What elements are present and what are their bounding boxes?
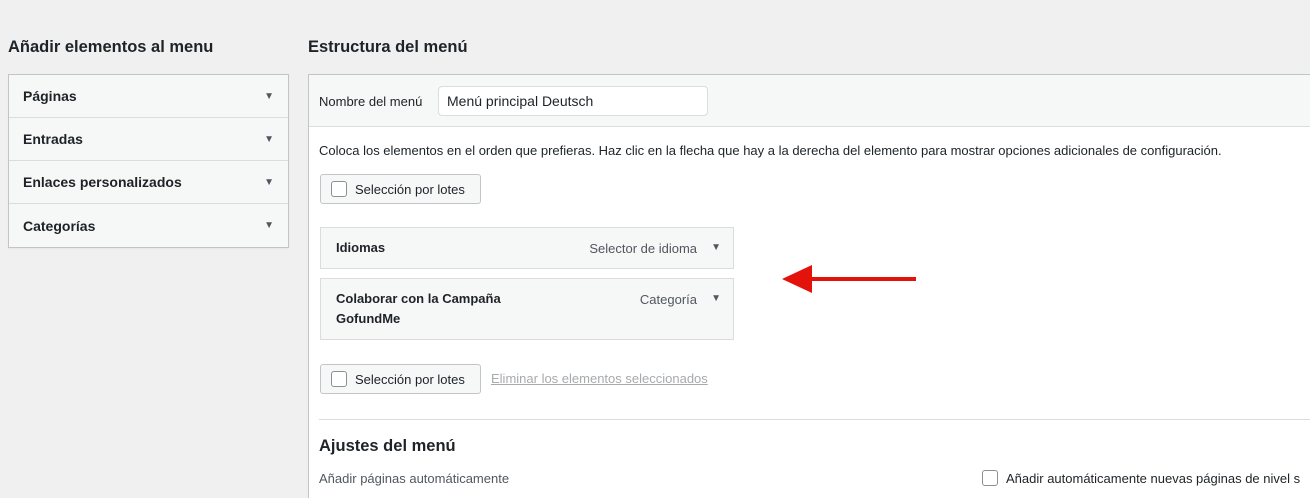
auto-add-pages-label: Añadir páginas automáticamente [319,471,510,486]
accordion-item-label: Páginas [23,88,77,104]
add-items-title: Añadir elementos al menu [8,38,214,56]
bulk-select-button-top[interactable]: Selección por lotes [320,174,481,204]
add-items-accordion: Páginas ▼ Entradas ▼ Enlaces personaliza… [8,74,289,248]
menu-item-title-line2: GofundMe [336,311,401,326]
bulk-select-label: Selección por lotes [355,371,465,387]
menu-item-idiomas[interactable]: Idiomas Selector de idioma ▼ [320,227,734,269]
menu-name-header: Nombre del menú [309,75,1310,127]
accordion-item-label: Enlaces personalizados [23,174,182,190]
delete-selected-link[interactable]: Eliminar los elementos seleccionados [491,371,708,386]
menu-name-label: Nombre del menú [319,94,423,109]
menu-settings-title: Ajustes del menú [319,437,456,455]
checkbox-icon[interactable] [331,371,347,387]
menu-name-input[interactable] [438,86,708,116]
menu-item-title-line1: Colaborar con la Campaña [336,291,501,306]
menu-item-type: Categoría [639,292,697,307]
accordion-item-posts[interactable]: Entradas ▼ [9,118,288,161]
auto-add-pages-option[interactable]: Añadir automáticamente nuevas páginas de… [982,470,1300,486]
caret-down-icon: ▼ [264,176,274,188]
accordion-item-categories[interactable]: Categorías ▼ [9,204,288,247]
caret-down-icon[interactable]: ▼ [711,242,721,253]
menu-instructions: Coloca los elementos en el orden que pre… [319,143,1222,158]
caret-down-icon: ▼ [264,90,274,102]
page: Añadir elementos al menu Páginas ▼ Entra… [0,0,1310,498]
caret-down-icon: ▼ [264,133,274,145]
bulk-select-button-bottom[interactable]: Selección por lotes [320,364,481,394]
menu-item-title: Idiomas [336,240,386,255]
accordion-item-pages[interactable]: Páginas ▼ [9,75,288,118]
menu-item-gofundme[interactable]: Colaborar con la Campaña GofundMe Catego… [320,278,734,340]
menu-structure-title: Estructura del menú [308,38,468,56]
divider [319,419,1310,420]
caret-down-icon[interactable]: ▼ [711,293,721,304]
bulk-select-label: Selección por lotes [355,181,465,197]
accordion-item-custom-links[interactable]: Enlaces personalizados ▼ [9,161,288,204]
checkbox-icon[interactable] [331,181,347,197]
auto-add-checkbox-label: Añadir automáticamente nuevas páginas de… [1006,470,1301,486]
caret-down-icon: ▼ [264,220,274,231]
arrow-head [782,265,812,293]
accordion-item-label: Entradas [23,131,83,147]
auto-add-checkbox[interactable] [982,470,998,486]
accordion-item-label: Categorías [23,217,96,234]
menu-item-type: Selector de idioma [589,241,697,256]
red-arrow-annotation [782,265,916,293]
